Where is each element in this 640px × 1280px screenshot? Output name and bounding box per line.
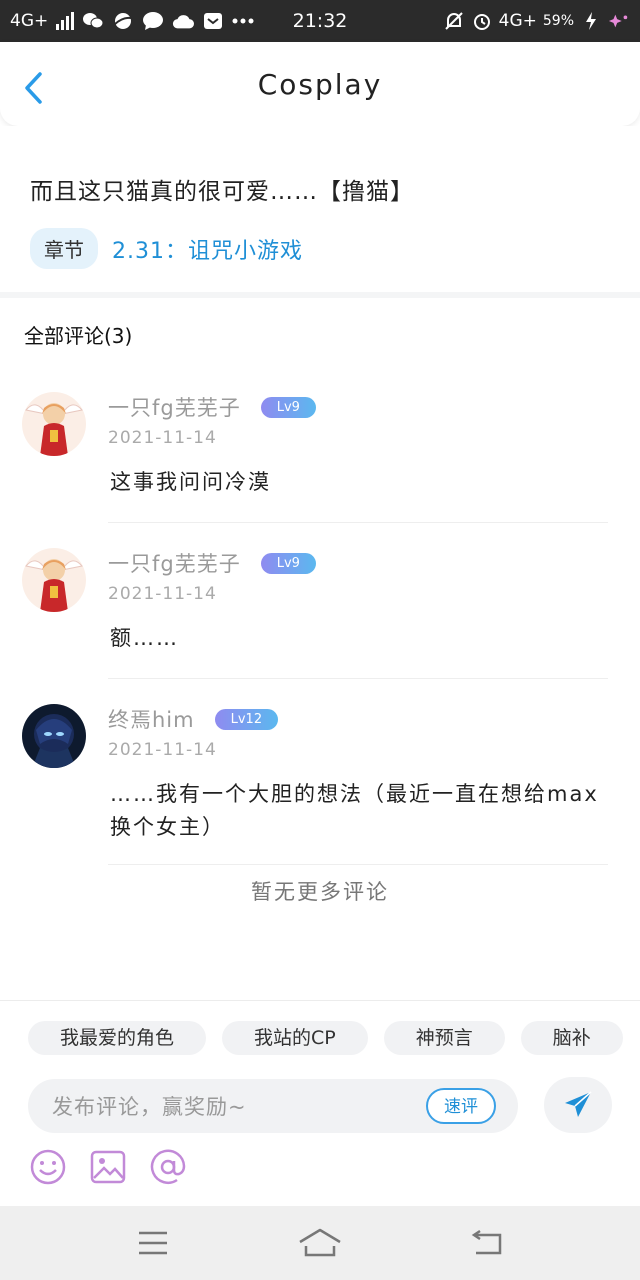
home-icon (299, 1228, 341, 1257)
menu-nav-button[interactable] (129, 1223, 177, 1263)
more-dots-icon (232, 10, 254, 32)
comment-name-row: 一只fg芜芜子 Lv9 (108, 392, 316, 422)
avatar[interactable] (22, 704, 86, 768)
post-section: 而且这只猫真的很可爱……【撸猫】 章节 2.31：诅咒小游戏 (0, 126, 640, 294)
avatar[interactable] (22, 548, 86, 612)
comment-date: 2021-11-14 (108, 584, 217, 604)
comment-compose-panel: 我最爱的角色 我站的CP 神预言 脑补 发布评论，赢奖励~ 速评 (0, 1000, 640, 1206)
home-nav-button[interactable] (296, 1223, 344, 1263)
back-nav-button[interactable] (463, 1223, 511, 1263)
comment-separator (108, 864, 608, 865)
chevron-left-icon (25, 72, 42, 104)
send-button[interactable] (544, 1077, 612, 1133)
chapter-tag: 章节 (30, 228, 98, 269)
comment-input[interactable]: 发布评论，赢奖励~ 速评 (28, 1079, 518, 1133)
comments-header: 全部评论(3) (24, 324, 133, 348)
alarm-clock-icon (471, 10, 493, 32)
comment-name-row: 一只fg芜芜子 Lv9 (108, 548, 316, 578)
app-header: Cosplay (0, 42, 640, 126)
section-divider (0, 292, 640, 298)
emoji-button[interactable] (28, 1147, 68, 1187)
comment-name-row: 终焉him Lv12 (108, 704, 279, 734)
mute-bell-icon (443, 10, 465, 32)
comment-author[interactable]: 终焉him (108, 704, 195, 734)
status-left: 4G+ (10, 10, 254, 32)
mention-button[interactable] (148, 1147, 188, 1187)
battery-percent: 59% (542, 13, 574, 29)
planet-icon (112, 10, 134, 32)
system-nav-bar (0, 1206, 640, 1280)
comment-text: ……我有一个大胆的想法（最近一直在想给max换个女主） (110, 782, 599, 839)
chip-favorite-character[interactable]: 我最爱的角色 (28, 1021, 207, 1055)
charging-bolt-icon (580, 10, 602, 32)
comment-separator (108, 522, 608, 523)
network-label: 4G+ (10, 11, 49, 31)
image-icon (90, 1150, 126, 1184)
topic-chips: 我最爱的角色 我站的CP 神预言 脑补 (28, 1021, 623, 1055)
comment-text: 额…… (110, 626, 179, 650)
chapter-row: 章节 2.31：诅咒小游戏 (30, 228, 303, 269)
compose-tools (28, 1147, 188, 1187)
avatar[interactable] (22, 392, 86, 456)
level-badge: Lv9 (260, 396, 316, 418)
post-text: 而且这只猫真的很可爱……【撸猫】 (30, 179, 414, 205)
comment-separator (108, 678, 608, 679)
comment-author[interactable]: 一只fg芜芜子 (108, 392, 241, 422)
chip-my-cp[interactable]: 我站的CP (222, 1021, 368, 1055)
level-badge: Lv12 (214, 708, 279, 730)
network-label-right: 4G+ (498, 11, 537, 31)
comment-text: 这事我问问冷漠 (110, 470, 271, 494)
comment-author[interactable]: 一只fg芜芜子 (108, 548, 241, 578)
status-right: 4G+ 59% (443, 10, 630, 32)
comment-date: 2021-11-14 (108, 428, 217, 448)
status-bar: 4G+ 21:32 4G+ 59% (0, 0, 640, 42)
image-button[interactable] (88, 1147, 128, 1187)
paper-plane-icon (565, 1091, 592, 1117)
chip-imagination[interactable]: 脑补 (520, 1021, 623, 1055)
signal-icon (56, 12, 75, 30)
mail-icon (202, 10, 224, 32)
comment-input-placeholder: 发布评论，赢奖励~ (52, 1095, 247, 1119)
page-title: Cosplay (257, 67, 383, 101)
quick-comment-button[interactable]: 速评 (426, 1088, 496, 1124)
level-badge: Lv9 (260, 552, 316, 574)
sparkle-icon (608, 10, 630, 32)
smiley-icon (30, 1149, 66, 1185)
cloud-icon (172, 10, 195, 32)
back-button[interactable] (18, 70, 48, 106)
return-icon (471, 1229, 501, 1255)
message-bubble-icon (142, 10, 164, 32)
menu-icon (139, 1231, 168, 1255)
chapter-link[interactable]: 2.31：诅咒小游戏 (112, 233, 303, 265)
no-more-comments: 暂无更多评论 (251, 880, 389, 904)
comment-date: 2021-11-14 (108, 740, 217, 760)
chip-prediction[interactable]: 神预言 (383, 1021, 505, 1055)
wechat-icon (82, 10, 104, 32)
at-icon (150, 1149, 186, 1185)
